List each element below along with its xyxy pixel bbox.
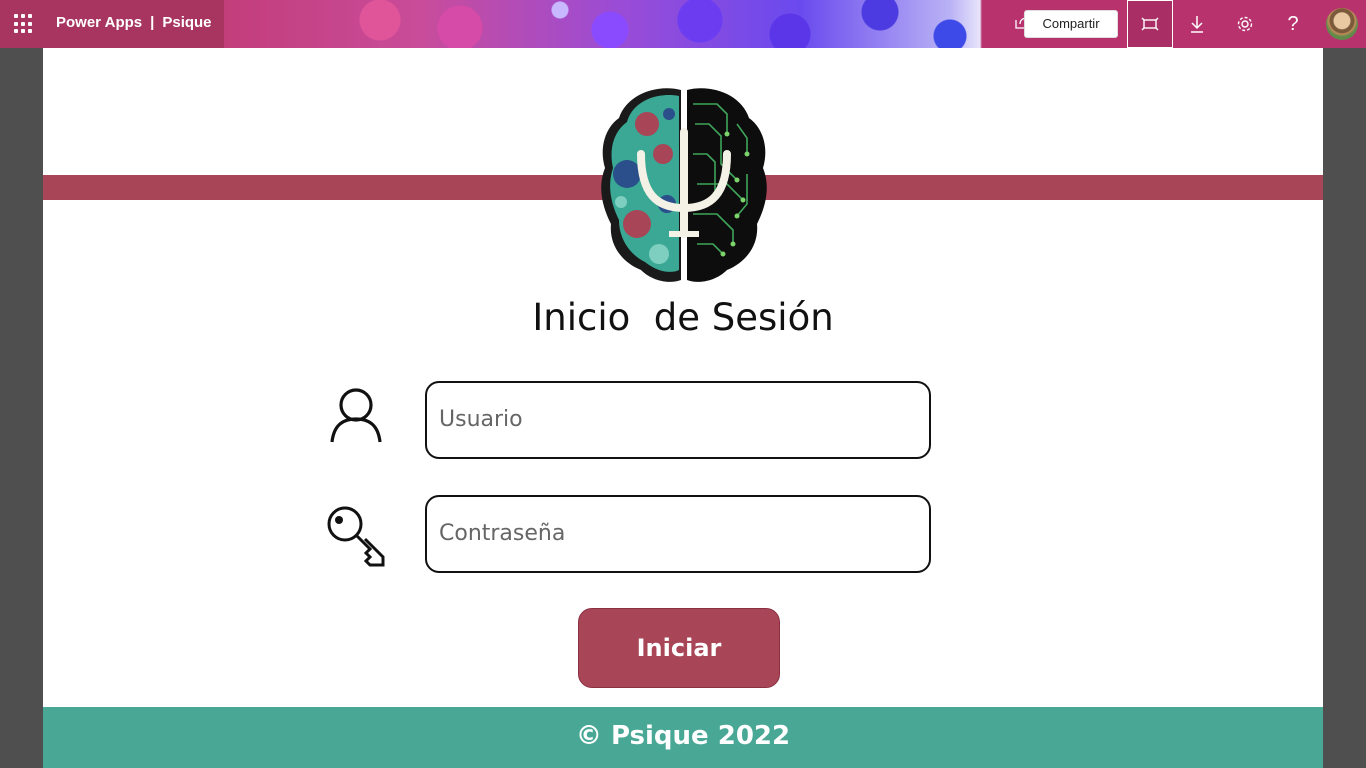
share-button[interactable]: Compartir [1024, 10, 1118, 38]
footer: © Psique 2022 [43, 707, 1323, 768]
page-title: Inicio de Sesión [532, 296, 834, 339]
app-title: Psique [162, 14, 212, 31]
login-button[interactable]: Iniciar [578, 608, 780, 688]
waffle-icon[interactable] [14, 14, 34, 34]
fit-to-window-button[interactable] [1127, 0, 1173, 48]
top-bar: Power Apps | Psique Compartir ? [0, 0, 1366, 48]
settings-icon [1237, 16, 1253, 32]
password-input[interactable]: Contraseña [425, 495, 931, 573]
title-separator: | [150, 14, 155, 31]
user-icon [330, 388, 382, 443]
brain-psi-logo [601, 88, 767, 282]
app-canvas: Inicio de Sesión Usuario Contraseña Inic… [43, 48, 1323, 768]
download-button[interactable] [1174, 0, 1220, 48]
key-icon [327, 506, 385, 567]
app-name: Power Apps [56, 14, 143, 31]
app-title-bar: Power Apps | Psique [56, 14, 212, 31]
help-icon: ? [1287, 12, 1299, 35]
username-input[interactable]: Usuario [425, 381, 931, 459]
download-icon [1191, 16, 1203, 33]
fit-to-window-icon [1141, 17, 1159, 31]
avatar[interactable] [1326, 8, 1358, 40]
help-button[interactable]: ? [1270, 0, 1316, 48]
settings-button[interactable] [1222, 0, 1268, 48]
